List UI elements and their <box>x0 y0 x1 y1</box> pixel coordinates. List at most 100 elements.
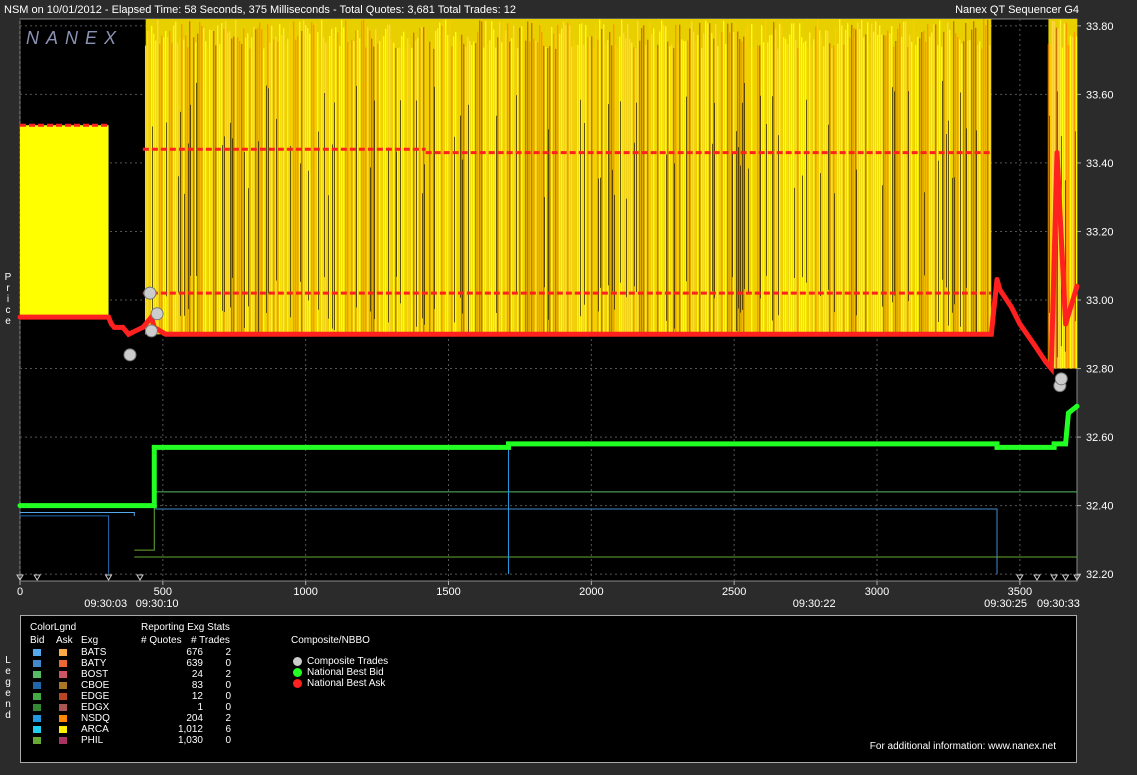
exchange-row: PHIL 1,030 0 <box>21 735 281 746</box>
exchange-name: PHIL <box>81 735 104 746</box>
composite-trade-marker <box>143 286 157 300</box>
bid-swatch <box>33 660 41 667</box>
nbbo-marker-icon <box>293 668 302 677</box>
time-label: 09:30:22 <box>793 598 836 610</box>
ask-swatch <box>59 660 67 667</box>
ask-swatch <box>59 737 67 744</box>
ask-swatch <box>59 726 67 733</box>
info-text: For additional information: www.nanex.ne… <box>869 741 1056 752</box>
exchange-row: BOST 24 2 <box>21 669 281 680</box>
ask-swatch <box>59 649 67 656</box>
exchange-row: BATY 639 0 <box>21 658 281 669</box>
ask-swatch <box>59 671 67 678</box>
national-best-ask-point <box>1031 342 1037 348</box>
legend-side-label: Legend <box>3 655 13 721</box>
nbbo-legend-row: National Best Bid <box>293 667 493 678</box>
exchange-row: CBOE 83 0 <box>21 680 281 691</box>
y-tick-label: 33.20 <box>1086 226 1114 238</box>
x-tick-label: 1500 <box>436 586 460 598</box>
y-axis-side-label: Price <box>3 272 13 327</box>
legend-panel: ColorLgnd Reporting Exg Stats Bid Ask Ex… <box>20 615 1077 763</box>
side-label-char: L <box>5 655 11 666</box>
national-best-bid-point <box>17 503 23 509</box>
national-best-bid-point <box>994 444 1000 450</box>
y-tick-label: 33.40 <box>1086 158 1114 170</box>
x-tick-label: 1000 <box>293 586 317 598</box>
side-label-char: n <box>5 699 11 710</box>
bid-swatch <box>33 715 41 722</box>
ask-swatch <box>59 693 67 700</box>
exchange-name: ARCA <box>81 724 109 735</box>
national-best-ask-point <box>1074 283 1080 289</box>
nbbo-marker-icon <box>293 679 302 688</box>
exchange-name: CBOE <box>81 680 110 691</box>
bid-swatch <box>33 737 41 744</box>
exchange-row: EDGE 12 0 <box>21 691 281 702</box>
busy-quote-region <box>144 19 992 335</box>
national-best-ask-point <box>111 324 117 330</box>
national-best-ask-point <box>994 276 1000 282</box>
y-tick-label: 33.60 <box>1086 89 1114 101</box>
national-best-ask-point <box>163 331 169 337</box>
composite-trade-marker <box>144 324 158 338</box>
trade-count: 0 <box>225 691 231 702</box>
national-best-bid-point <box>1051 441 1057 447</box>
x-tick-label: 2500 <box>722 586 746 598</box>
trade-count: 0 <box>225 680 231 691</box>
national-best-ask-point <box>1043 359 1049 365</box>
national-best-bid-point <box>1063 441 1069 447</box>
side-label-char: r <box>6 283 10 294</box>
exchange-row: ARCA 1,012 6 <box>21 724 281 735</box>
x-tick-label: 500 <box>154 586 172 598</box>
side-label-char: d <box>5 710 11 721</box>
nbbo-label: National Best Bid <box>307 667 384 678</box>
time-label: 09:30:25 <box>984 598 1027 610</box>
col-header-quotes: # Quotes <box>141 635 182 646</box>
national-best-ask-point <box>1017 321 1023 327</box>
trade-count: 2 <box>225 669 231 680</box>
national-best-ask-point <box>106 314 112 320</box>
exchange-name: BATY <box>81 658 107 669</box>
yellow-quote-block <box>20 125 109 318</box>
side-label-char: c <box>5 305 11 316</box>
legend-title: ColorLgnd <box>30 622 77 633</box>
exchange-name: BATS <box>81 647 107 658</box>
composite-trade-marker <box>150 307 164 321</box>
ask-swatch <box>59 704 67 711</box>
bid-swatch <box>33 671 41 678</box>
national-best-ask-point <box>1063 321 1069 327</box>
stats-title: Reporting Exg Stats <box>141 622 230 633</box>
col-header-exg: Exg <box>81 635 99 646</box>
exchange-row: BATS 676 2 <box>21 647 281 658</box>
y-tick-label: 32.40 <box>1086 501 1114 513</box>
col-header-ask: Ask <box>56 635 73 646</box>
bid-swatch <box>33 693 41 700</box>
national-best-ask-point <box>988 331 994 337</box>
bid-swatch <box>33 726 41 733</box>
x-tick-label: 2000 <box>579 586 603 598</box>
side-label-char: P <box>4 272 12 283</box>
stripe-background <box>145 19 992 335</box>
x-tick-label: 0 <box>17 586 23 598</box>
side-label-char: g <box>5 677 11 688</box>
side-label-char: e <box>5 316 11 327</box>
trade-count: 0 <box>225 658 231 669</box>
bid-swatch <box>33 704 41 711</box>
side-label-char: i <box>6 294 10 305</box>
trade-count: 0 <box>225 735 231 746</box>
national-best-ask-point <box>997 287 1003 293</box>
time-label: 09:30:03 <box>84 598 127 610</box>
time-label: 09:30:33 <box>1037 598 1080 610</box>
y-tick-label: 33.80 <box>1086 21 1114 33</box>
y-tick-label: 33.00 <box>1086 295 1114 307</box>
national-best-bid-point <box>1065 410 1071 416</box>
national-best-bid-point <box>151 444 157 450</box>
exchange-row: EDGX 1 0 <box>21 702 281 713</box>
x-tick-label: 3500 <box>1008 586 1032 598</box>
bid-swatch <box>33 682 41 689</box>
composite-title: Composite/NBBO <box>291 635 370 646</box>
national-best-ask-point <box>1054 150 1060 156</box>
nbbo-legend-row: National Best Ask <box>293 678 493 689</box>
nanex-watermark: NANEX <box>26 28 123 48</box>
exchange-name: EDGE <box>81 691 110 702</box>
